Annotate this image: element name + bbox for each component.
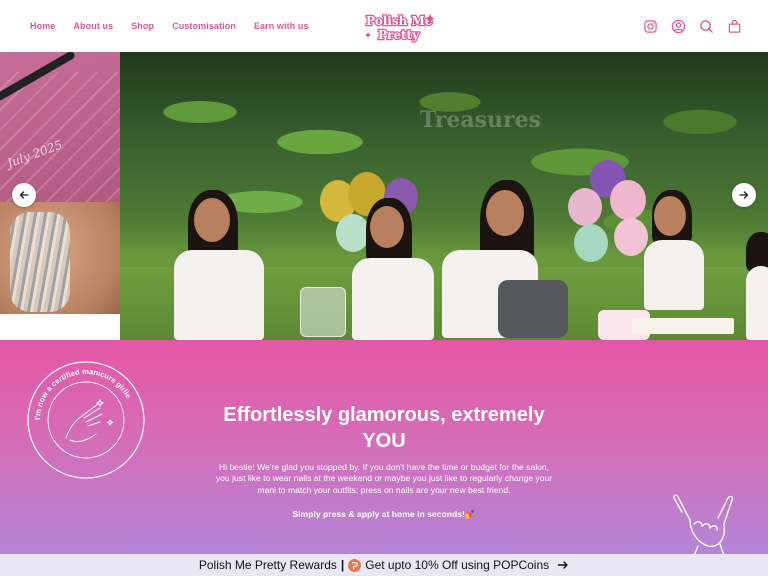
header-icons bbox=[642, 0, 742, 52]
nav-home[interactable]: Home bbox=[30, 21, 55, 31]
carousel-prev-button[interactable] bbox=[12, 183, 36, 207]
account-icon[interactable] bbox=[670, 18, 686, 34]
nav-shop[interactable]: Shop bbox=[131, 21, 154, 31]
instagram-icon[interactable] bbox=[642, 18, 658, 34]
promo-title: Effortlessly glamorous, extremely YOU bbox=[223, 404, 545, 452]
arrow-left-icon bbox=[19, 191, 29, 199]
person bbox=[170, 190, 270, 340]
hero-slide-image: Treasures bbox=[120, 52, 768, 340]
manicure-hands-icon bbox=[65, 398, 114, 443]
site-header: Home About us Shop Customisation Earn wi… bbox=[0, 0, 768, 52]
hero-carousel: July 2025 Treasures bbox=[0, 52, 768, 340]
promo-body: Hi bestie! We're glad you stopped by. If… bbox=[215, 462, 553, 495]
person bbox=[338, 198, 438, 340]
rewards-title: Polish Me Pretty Rewards bbox=[198, 558, 337, 572]
logo-line-1: Polish Me bbox=[366, 14, 433, 28]
nav-earn-with-us[interactable]: Earn with us bbox=[254, 21, 309, 31]
carousel-next-button[interactable] bbox=[732, 183, 756, 207]
rewards-banner[interactable]: Polish Me Pretty Rewards | Get upto 10% … bbox=[0, 554, 768, 576]
cart-icon[interactable] bbox=[726, 18, 742, 34]
glass-jar bbox=[300, 287, 346, 337]
promo-section: I'm now a certified manicure girlie Effo… bbox=[0, 340, 768, 556]
badge-text: I'm now a certified manicure girlie bbox=[33, 367, 133, 420]
rewards-separator: | bbox=[340, 558, 345, 572]
badge-text-path: I'm now a certified manicure girlie bbox=[33, 367, 133, 420]
arrow-right-icon[interactable] bbox=[557, 559, 569, 571]
previous-slide-image: July 2025 bbox=[0, 52, 120, 314]
balloon bbox=[568, 188, 602, 226]
nav-about-us[interactable]: About us bbox=[73, 21, 113, 31]
rock-on-hand-icon bbox=[673, 494, 734, 556]
dessert-tray bbox=[632, 318, 734, 334]
main-nav: Home About us Shop Customisation Earn wi… bbox=[30, 0, 309, 52]
person bbox=[746, 232, 768, 340]
certified-badge: I'm now a certified manicure girlie bbox=[26, 360, 146, 480]
watermark-text: Treasures bbox=[420, 107, 541, 133]
logo-graphic: Polish Me Pretty bbox=[365, 13, 435, 43]
bracelets-image bbox=[10, 212, 70, 312]
rewards-offer-text: Get upto 10% Off using POPCoins bbox=[365, 558, 550, 572]
sparkle-icon bbox=[365, 32, 371, 38]
popcoin-icon bbox=[348, 558, 362, 572]
person bbox=[438, 180, 568, 340]
search-icon[interactable] bbox=[698, 18, 714, 34]
nav-customisation[interactable]: Customisation bbox=[172, 21, 236, 31]
arrow-right-icon bbox=[739, 191, 749, 199]
logo-line-2: Pretty bbox=[378, 28, 420, 42]
promo-cta-text: Simply press & apply at home in seconds!… bbox=[292, 509, 476, 519]
balloon bbox=[574, 224, 608, 262]
brand-logo[interactable]: Polish Me Pretty bbox=[360, 8, 440, 44]
